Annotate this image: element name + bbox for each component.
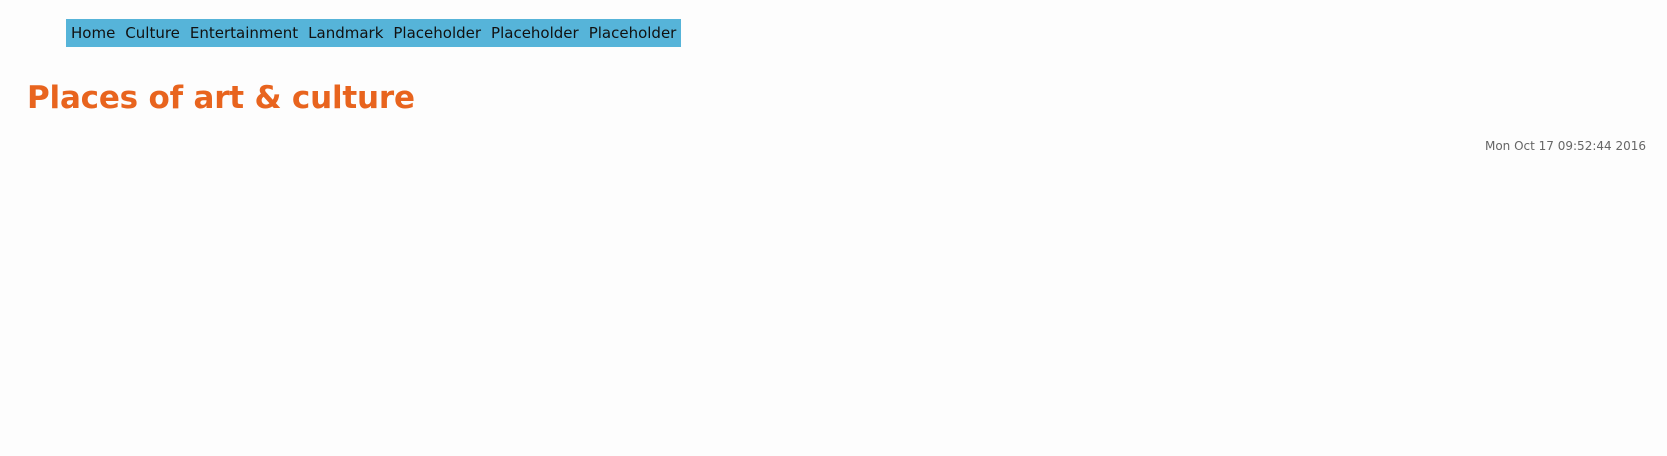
nav-item-placeholder-1[interactable]: Placeholder (393, 19, 481, 47)
page-title: Places of art & culture (27, 80, 415, 116)
nav-item-placeholder-3[interactable]: Placeholder (589, 19, 677, 47)
nav-item-home[interactable]: Home (71, 19, 115, 47)
nav-item-placeholder-2[interactable]: Placeholder (491, 19, 579, 47)
top-navigation-bar: Home Culture Entertainment Landmark Plac… (66, 19, 682, 47)
nav-item-culture[interactable]: Culture (125, 19, 180, 47)
nav-item-entertainment[interactable]: Entertainment (190, 19, 298, 47)
nav-item-landmark[interactable]: Landmark (308, 19, 383, 47)
timestamp: Mon Oct 17 09:52:44 2016 (1484, 139, 1646, 153)
